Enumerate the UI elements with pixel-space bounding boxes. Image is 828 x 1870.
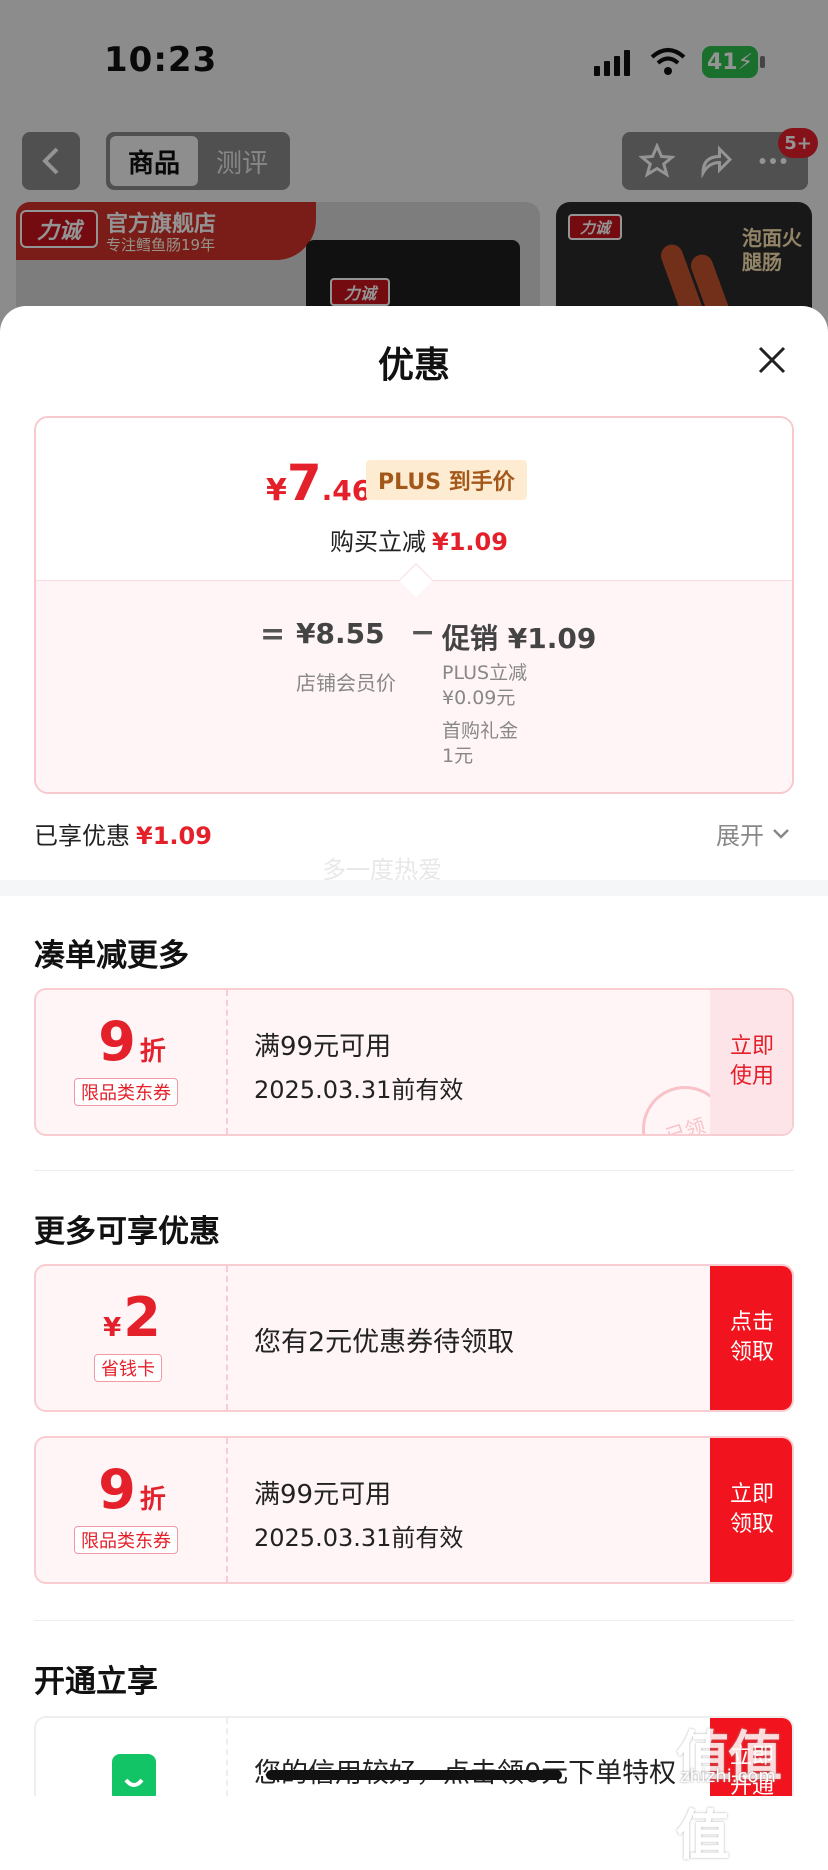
promo-detail: 首购礼金: [442, 720, 519, 742]
section-separator: [0, 880, 828, 896]
chevron-down-icon: [773, 828, 789, 839]
coupon-type-tag: 限品类东券: [74, 1526, 178, 1554]
coupon-condition: 满99元可用: [254, 1480, 392, 1510]
price-formula: = ¥8.55 店铺会员价 − 促销 ¥1.09 PLUS立减 ¥0.09元 首…: [36, 580, 792, 792]
divider: [34, 1620, 794, 1621]
coupon-number: 9: [98, 1010, 136, 1073]
expand-label: 展开: [716, 822, 764, 850]
coupon-value-area: ¥2 省钱卡: [36, 1266, 228, 1410]
background-page: 10:23 41 ⚡ 商品 测评 5+ 力诚 官方旗舰店 专注鳕鱼肠19年 力诚 …: [0, 0, 828, 340]
coupon-card[interactable]: 9折 限品类东券 满99元可用 2025.03.31前有效 已领 立即使用: [34, 988, 794, 1136]
coupon-unit: 折: [139, 1485, 166, 1515]
sheet-title: 优惠: [377, 345, 450, 386]
site-watermark-url: zhizhi.com: [680, 1766, 776, 1787]
reduction-label: 购买立减: [330, 528, 426, 556]
final-price-area: ¥7.46 PLUS 到手价 购买立减 ¥1.09: [36, 418, 792, 580]
site-watermark-logo: 值值值: [676, 1725, 782, 1867]
section-title-more: 凑单减更多: [34, 938, 189, 974]
minus-sign: −: [410, 615, 436, 650]
coupon-value: 9折: [36, 1458, 228, 1521]
button-label: 点击领取: [729, 1310, 774, 1365]
equals-sign: =: [260, 617, 286, 652]
shopping-bag-icon: [112, 1754, 156, 1796]
coupon-condition: 满99元可用: [254, 1032, 392, 1062]
promo-detail: ¥0.09元: [442, 687, 516, 709]
member-price: ¥8.55: [296, 617, 385, 650]
enjoyed-value: ¥1.09: [136, 822, 212, 850]
coupon-card[interactable]: 9折 限品类东券 满99元可用 2025.03.31前有效 立即领取: [34, 1436, 794, 1584]
claim-coupon-button[interactable]: 点击领取: [710, 1266, 792, 1410]
coupon-number: 9: [98, 1458, 136, 1521]
promo-detail: 1元: [442, 745, 474, 767]
enjoyed-discount: 已享优惠 ¥1.09: [34, 816, 212, 851]
purchase-reduction: 购买立减 ¥1.09: [330, 522, 508, 557]
button-label: 立即使用: [729, 1034, 774, 1089]
final-price: ¥7.46: [266, 454, 371, 512]
price-breakdown-card: ¥7.46 PLUS 到手价 购买立减 ¥1.09 = ¥8.55 店铺会员价 −…: [34, 416, 794, 794]
divider: [34, 1170, 794, 1171]
coupon-value-area: 9折 限品类东券: [36, 1438, 228, 1582]
coupon-unit: 折: [139, 1037, 166, 1067]
section-title-available: 更多可享优惠: [34, 1214, 220, 1250]
coupon-value-area: 9折 限品类东券: [36, 990, 228, 1134]
expand-button[interactable]: 展开: [716, 816, 790, 851]
coupon-expiry: 2025.03.31前有效: [254, 1524, 464, 1552]
coupon-unit: ¥: [103, 1313, 122, 1343]
section-title-open: 开通立享: [34, 1664, 158, 1700]
close-icon[interactable]: [752, 340, 792, 380]
button-label: 立即领取: [729, 1482, 774, 1537]
price-integer: 7: [286, 454, 322, 512]
promotion-total: 促销 ¥1.09: [442, 622, 597, 655]
use-coupon-button[interactable]: 立即使用: [710, 990, 792, 1134]
coupon-type-tag: 限品类东券: [74, 1078, 178, 1106]
coupon-value: 9折: [36, 1010, 228, 1073]
coupon-description: 您有2元优惠券待领取: [254, 1327, 515, 1358]
coupon-value: ¥2: [36, 1286, 228, 1349]
price-decimal: .46: [321, 474, 372, 507]
claim-coupon-button[interactable]: 立即领取: [710, 1438, 792, 1582]
coupon-type-tag: 省钱卡: [94, 1354, 162, 1382]
home-indicator[interactable]: [266, 1770, 562, 1780]
modal-overlay[interactable]: [0, 0, 828, 340]
discount-sheet: 优惠 ¥7.46 PLUS 到手价 购买立减 ¥1.09 = ¥8.55 店铺会员…: [0, 306, 828, 1796]
coupon-card[interactable]: ¥2 省钱卡 您有2元优惠券待领取 点击领取: [34, 1264, 794, 1412]
reduction-value: ¥1.09: [432, 528, 508, 556]
enjoyed-label: 已享优惠: [34, 822, 130, 850]
promo-detail: PLUS立减: [442, 662, 528, 684]
coupon-number: 2: [123, 1286, 161, 1349]
member-price-label: 店铺会员价: [296, 671, 396, 695]
coupon-expiry: 2025.03.31前有效: [254, 1076, 464, 1104]
currency-symbol: ¥: [266, 473, 287, 508]
plus-price-tag: PLUS 到手价: [366, 460, 527, 500]
credit-icon-area: [36, 1718, 228, 1796]
